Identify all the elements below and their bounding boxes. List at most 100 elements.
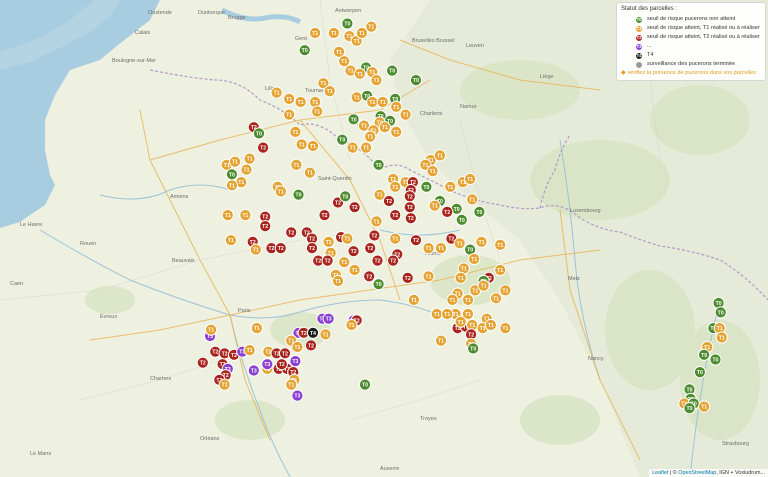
parcel-marker-t1[interactable]: T1 — [250, 322, 263, 335]
parcel-marker-t3[interactable]: T3 — [291, 389, 304, 402]
parcel-marker-t1[interactable]: T1 — [390, 125, 403, 138]
parcel-marker-t1[interactable]: T1 — [283, 108, 296, 121]
parcel-marker-t1[interactable]: T1 — [341, 232, 354, 245]
parcel-marker-t1[interactable]: T1 — [323, 84, 336, 98]
parcel-marker-t1[interactable]: T1 — [239, 209, 252, 222]
parcel-marker-t1[interactable]: T1 — [350, 91, 363, 104]
parcel-marker-t2[interactable]: T2 — [347, 245, 360, 258]
parcel-marker-t2[interactable]: T2 — [257, 141, 270, 154]
parcel-marker-t2[interactable]: T2 — [318, 209, 331, 222]
parcel-marker-t1[interactable]: T1 — [370, 215, 383, 228]
parcel-marker-t1[interactable]: T1 — [378, 121, 391, 134]
parcel-marker-t1[interactable]: T1 — [295, 138, 308, 151]
parcel-marker-t0[interactable]: T0 — [709, 353, 722, 366]
parcel-marker-t2[interactable]: T2 — [278, 347, 292, 360]
parcel-marker-t0[interactable]: T0 — [693, 366, 707, 379]
parcel-marker-t1[interactable]: T1 — [475, 235, 488, 248]
check-aphids-link[interactable]: ◆ vérifiez la présence de pucerons dans … — [621, 70, 761, 77]
parcel-marker-t1[interactable]: T1 — [464, 172, 477, 186]
parcel-marker-t1[interactable]: T1 — [430, 307, 443, 321]
parcel-marker-t1[interactable]: T1 — [466, 193, 479, 206]
parcel-marker-t2[interactable]: T2 — [403, 190, 416, 203]
parcel-marker-t0[interactable]: T0 — [292, 188, 305, 201]
parcel-marker-t0[interactable]: T0 — [339, 190, 352, 203]
parcel-marker-t3[interactable]: T3 — [261, 358, 274, 371]
parcel-marker-t1[interactable]: T1 — [364, 130, 377, 143]
parcel-marker-t2[interactable]: T2 — [285, 226, 298, 239]
parcel-marker-t1[interactable]: T1 — [484, 318, 497, 332]
parcel-marker-t0[interactable]: T0 — [347, 113, 360, 126]
parcel-marker-t1[interactable]: T1 — [345, 318, 358, 332]
parcel-marker-t1[interactable]: T1 — [389, 232, 402, 245]
parcel-marker-t1[interactable]: T1 — [499, 284, 512, 297]
parcel-marker-t2[interactable]: T2 — [275, 358, 288, 371]
parcel-marker-t0[interactable]: T0 — [372, 158, 385, 171]
parcel-marker-t1[interactable]: T1 — [390, 100, 403, 113]
parcel-marker-t2[interactable]: T2 — [304, 339, 318, 352]
parcel-marker-t1[interactable]: T1 — [249, 243, 262, 256]
parcel-marker-t1[interactable]: T1 — [294, 95, 307, 109]
parcel-marker-t0[interactable]: T0 — [473, 205, 486, 218]
parcel-marker-t0[interactable]: T0 — [714, 306, 727, 319]
parcel-marker-t1[interactable]: T1 — [499, 322, 512, 335]
parcel-marker-t1[interactable]: T1 — [461, 293, 475, 306]
parcel-marker-t1[interactable]: T1 — [715, 331, 728, 344]
parcel-marker-t1[interactable]: T1 — [446, 293, 459, 306]
parcel-marker-t1[interactable]: T1 — [205, 323, 218, 336]
parcel-marker-t1[interactable]: T1 — [477, 279, 490, 292]
parcel-marker-t2[interactable]: T2 — [274, 242, 287, 255]
parcel-marker-t1[interactable]: T1 — [221, 209, 234, 222]
parcel-marker-t2[interactable]: T2 — [401, 271, 414, 284]
parcel-marker-t0[interactable]: T0 — [409, 73, 423, 87]
parcel-marker-t1[interactable]: T1 — [327, 26, 340, 40]
parcel-marker-t1[interactable]: T1 — [309, 26, 322, 40]
parcel-marker-t1[interactable]: T1 — [376, 95, 389, 109]
parcel-marker-t2[interactable]: T2 — [404, 212, 417, 225]
parcel-marker-t2[interactable]: T2 — [387, 254, 400, 267]
parcel-marker-t0[interactable]: T0 — [420, 180, 433, 193]
parcel-marker-t2[interactable]: T2 — [348, 201, 361, 214]
parcel-marker-t0[interactable]: T0 — [336, 133, 349, 146]
parcel-marker-t2[interactable]: T2 — [305, 242, 319, 255]
osm-link[interactable]: OpenStreetMap — [678, 470, 716, 476]
parcel-marker-t0[interactable]: T0 — [372, 278, 385, 291]
parcel-marker-t1[interactable]: T1 — [283, 92, 296, 106]
check-aphids-link-text[interactable]: vérifiez la présence de pucerons dans vo… — [628, 70, 756, 77]
parcel-marker-t1[interactable]: T1 — [407, 293, 420, 306]
parcel-marker-t0[interactable]: T0 — [683, 402, 696, 415]
parcel-marker-t1[interactable]: T1 — [243, 152, 256, 165]
parcel-marker-t1[interactable]: T1 — [422, 242, 435, 255]
parcel-marker-t0[interactable]: T0 — [225, 168, 238, 181]
parcel-marker-t1[interactable]: T1 — [468, 252, 481, 266]
parcel-marker-t3[interactable]: T3 — [247, 364, 260, 377]
parcel-marker-t0[interactable]: T0 — [467, 342, 480, 355]
parcel-marker-t1[interactable]: T1 — [454, 315, 467, 328]
parcel-marker-t0[interactable]: T0 — [252, 127, 266, 140]
parcel-marker-t1[interactable]: T1 — [243, 344, 256, 357]
parcel-marker-t1[interactable]: T1 — [494, 263, 507, 277]
parcel-marker-t1[interactable]: T1 — [218, 378, 231, 391]
parcel-marker-t2[interactable]: T2 — [371, 254, 384, 267]
parcel-marker-t0[interactable]: T0 — [386, 64, 399, 77]
parcel-marker-t2[interactable]: T2 — [363, 270, 376, 283]
parcel-marker-t2[interactable]: T2 — [389, 209, 402, 222]
parcel-marker-t1[interactable]: T1 — [228, 155, 242, 168]
parcel-marker-t1[interactable]: T1 — [319, 328, 332, 341]
parcel-marker-t1[interactable]: T1 — [225, 179, 238, 192]
parcel-marker-t1[interactable]: T1 — [370, 73, 383, 87]
parcel-marker-t2[interactable]: T2 — [403, 201, 416, 214]
parcel-marker-t2[interactable]: T2 — [364, 242, 377, 255]
parcel-marker-t1[interactable]: T1 — [311, 105, 324, 118]
parcel-marker-t0[interactable]: T0 — [358, 378, 372, 391]
parcel-marker-t0[interactable]: T0 — [697, 348, 711, 361]
parcel-marker-t1[interactable]: T1 — [274, 185, 287, 198]
leaflet-link[interactable]: Leaflet — [652, 470, 668, 476]
parcel-marker-t3[interactable]: T3 — [322, 312, 335, 325]
parcel-marker-t2[interactable]: T2 — [382, 194, 396, 208]
parcel-marker-t1[interactable]: T1 — [434, 334, 448, 347]
parcel-marker-t1[interactable]: T1 — [434, 242, 448, 255]
parcel-marker-t1[interactable]: T1 — [428, 199, 441, 212]
parcel-marker-t1[interactable]: T1 — [303, 166, 316, 179]
parcel-marker-t1[interactable]: T1 — [346, 141, 359, 154]
parcel-marker-t1[interactable]: T1 — [290, 158, 303, 171]
